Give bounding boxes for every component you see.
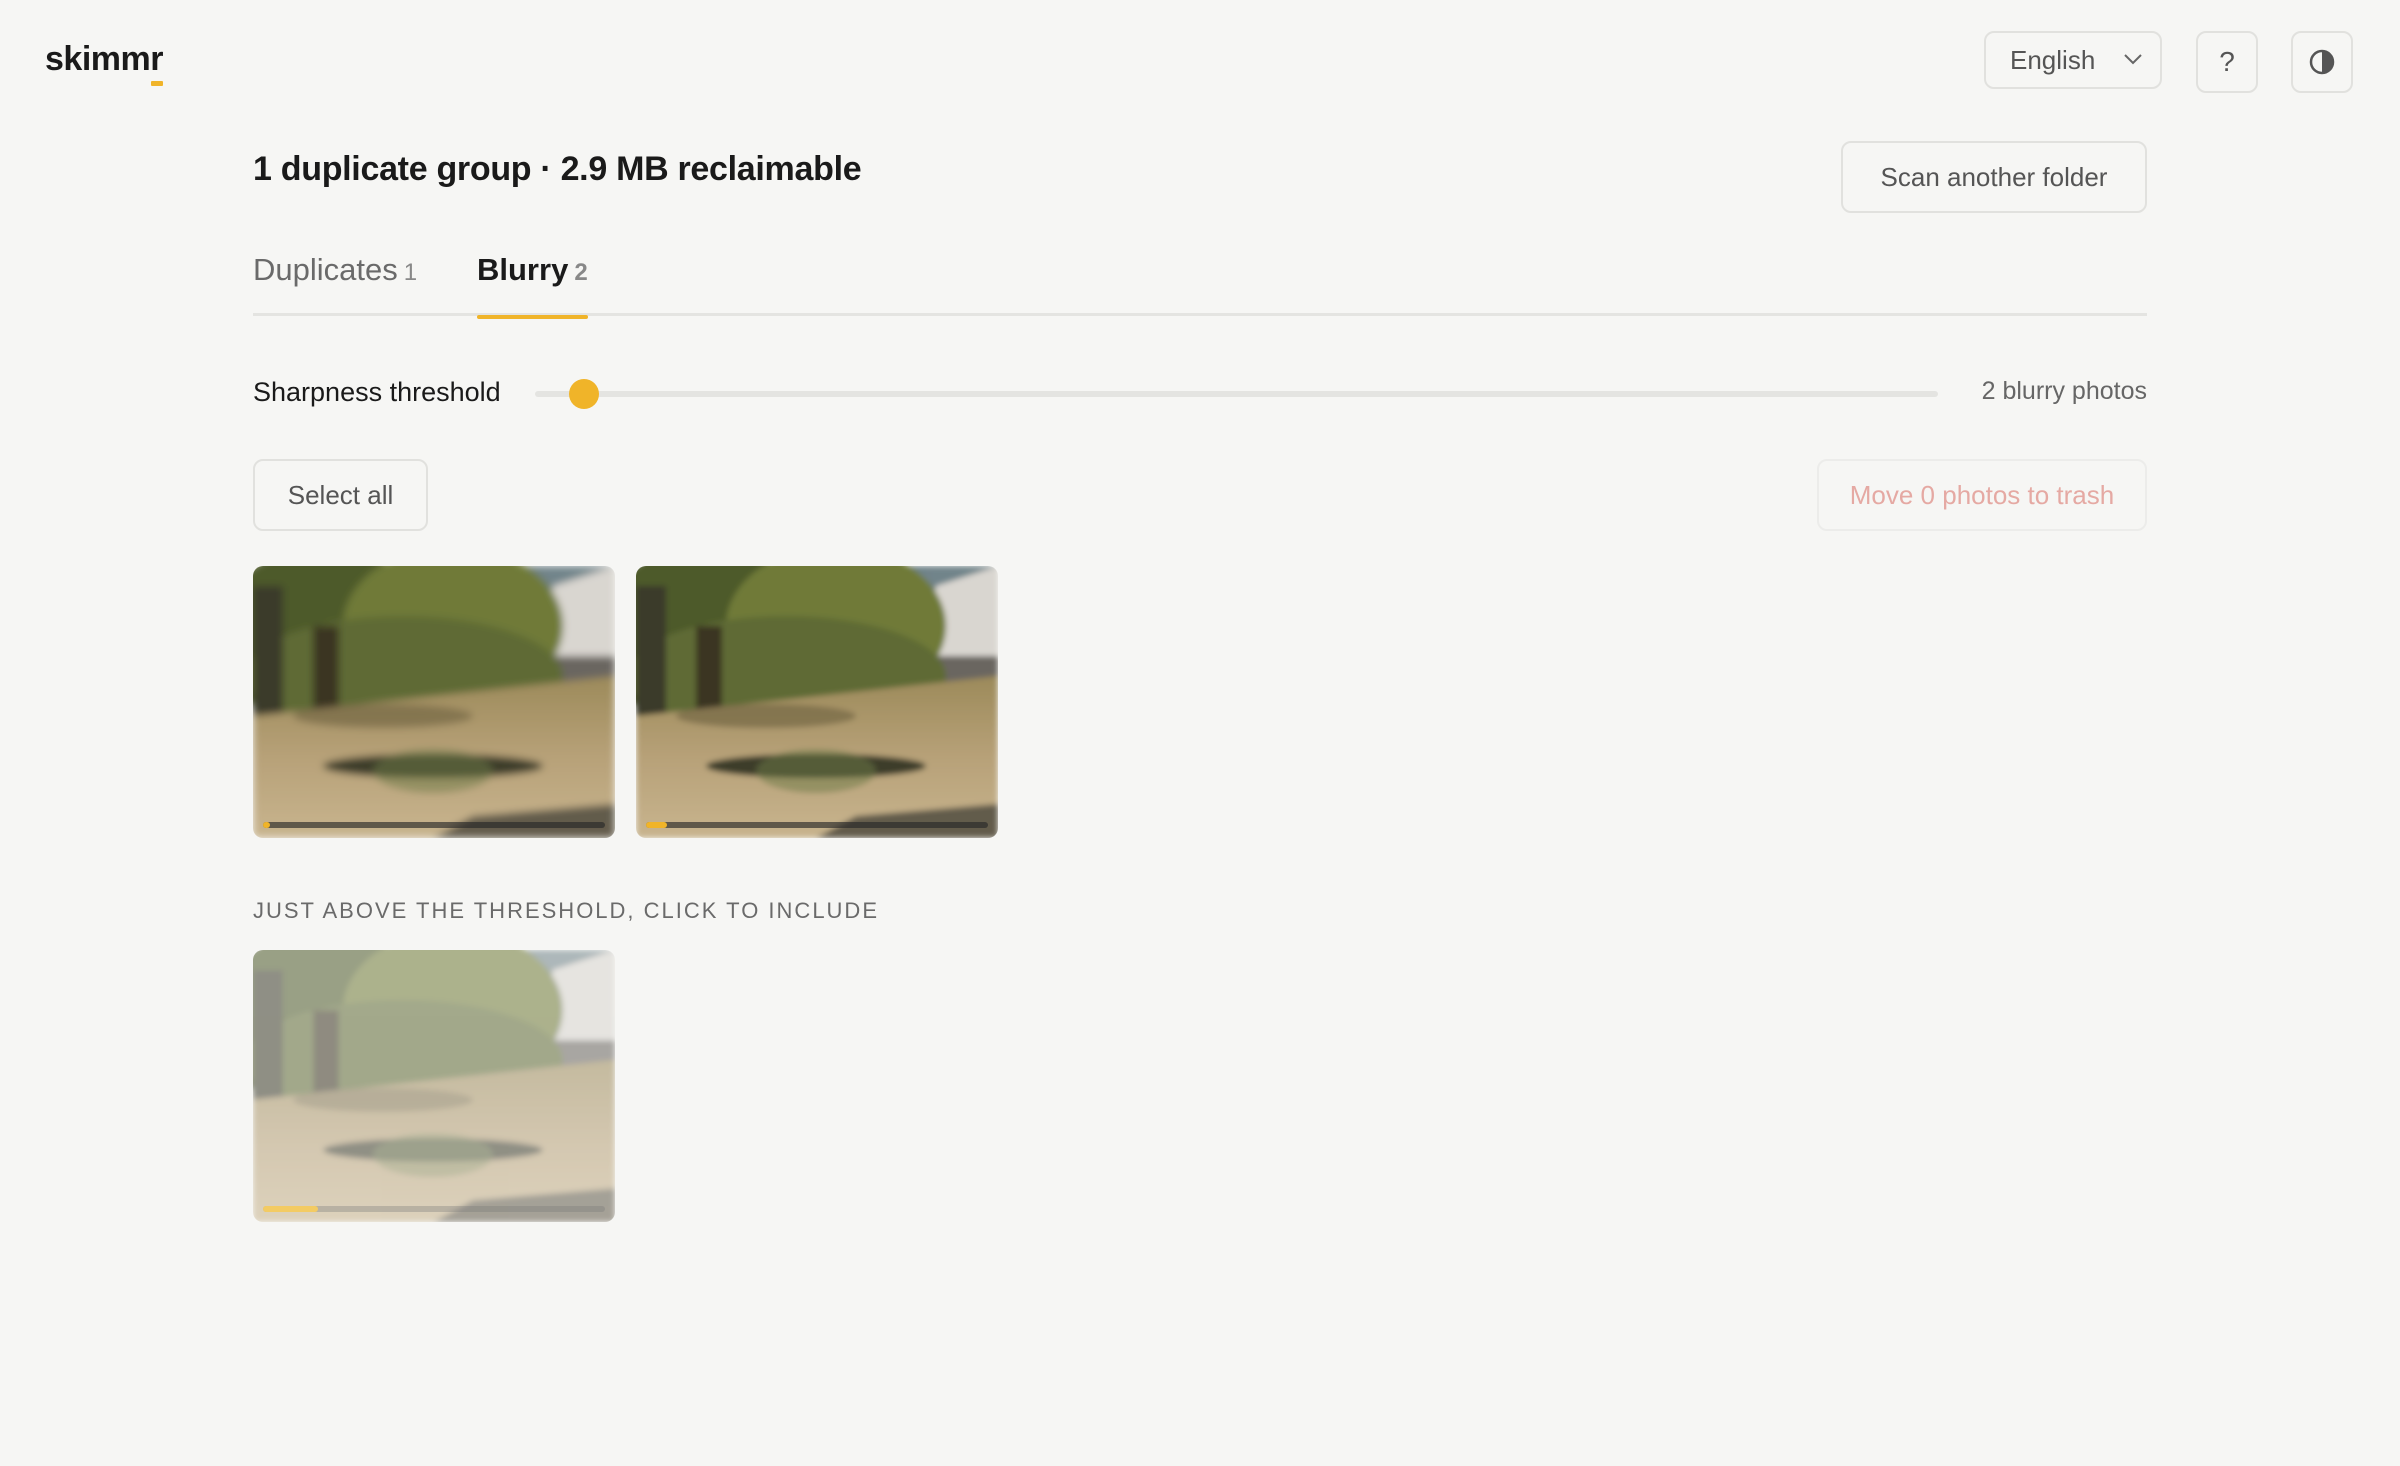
logo-accent-letter: r bbox=[150, 40, 163, 86]
theme-toggle-button[interactable] bbox=[2291, 31, 2353, 93]
blurry-count-text: 2 blurry photos bbox=[1981, 377, 2147, 405]
select-all-button[interactable]: Select all bbox=[253, 459, 428, 531]
near-threshold-caption: Just above the threshold, click to inclu… bbox=[253, 898, 879, 923]
sharpness-threshold-label: Sharpness threshold bbox=[253, 377, 501, 407]
slider-track[interactable] bbox=[535, 391, 1938, 397]
language-select[interactable]: English bbox=[1984, 31, 2162, 89]
photo-image bbox=[253, 566, 615, 838]
tab-count-badge: 2 bbox=[574, 259, 588, 286]
near-threshold-photo-thumbnail[interactable] bbox=[253, 950, 615, 1222]
help-button[interactable]: ? bbox=[2196, 31, 2258, 93]
contrast-icon bbox=[2309, 49, 2335, 75]
photo-image bbox=[253, 950, 615, 1222]
slider-thumb[interactable] bbox=[569, 379, 600, 409]
sharpness-meter-fill bbox=[646, 822, 667, 828]
sharpness-meter bbox=[263, 822, 605, 828]
tab-duplicates[interactable]: Duplicates 1 bbox=[253, 252, 417, 316]
sharpness-meter bbox=[263, 1206, 605, 1212]
sharpness-meter-fill bbox=[263, 822, 270, 828]
help-icon: ? bbox=[2219, 46, 2235, 77]
scan-another-folder-button[interactable]: Scan another folder bbox=[1841, 141, 2147, 213]
chevron-down-icon bbox=[2124, 54, 2142, 65]
blurry-photo-thumbnail[interactable] bbox=[636, 566, 998, 838]
sharpness-meter-fill bbox=[263, 1206, 318, 1212]
top-bar: skimmr English ? bbox=[0, 0, 2400, 122]
tab-blurry[interactable]: Blurry 2 bbox=[477, 252, 588, 319]
language-selected-value: English bbox=[2010, 45, 2096, 75]
photo-image bbox=[636, 566, 998, 838]
move-to-trash-button[interactable]: Move 0 photos to trash bbox=[1817, 459, 2147, 531]
logo-text: skimm bbox=[45, 40, 151, 78]
tab-bar: Duplicates 1 Blurry 2 bbox=[253, 248, 2147, 319]
app-logo[interactable]: skimmr bbox=[45, 40, 163, 86]
tab-label: Duplicates bbox=[253, 252, 398, 287]
page-title: 1 duplicate group · 2.9 MB reclaimable bbox=[253, 150, 862, 188]
blurry-photo-thumbnail[interactable] bbox=[253, 566, 615, 838]
sharpness-threshold-slider[interactable] bbox=[535, 379, 1938, 409]
sharpness-meter bbox=[646, 822, 988, 828]
tab-label: Blurry bbox=[477, 252, 569, 287]
tab-count-badge: 1 bbox=[403, 259, 418, 286]
